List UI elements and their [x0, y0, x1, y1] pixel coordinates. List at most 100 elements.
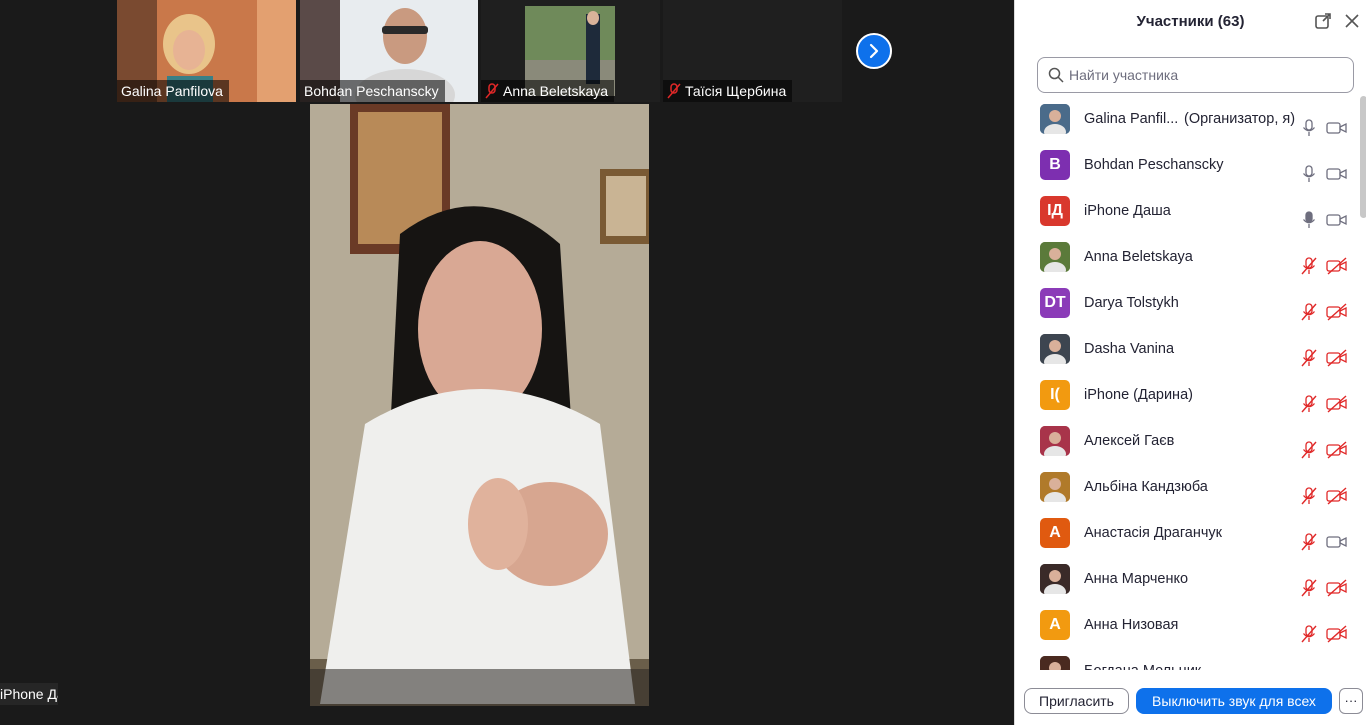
microphone-muted-icon[interactable]	[1300, 533, 1318, 551]
active-speaker-name-tag: iPhone Даша	[0, 683, 58, 705]
participant-name: Богдана Мельник	[1084, 663, 1201, 670]
video-camera-off-icon[interactable]	[1326, 579, 1348, 597]
invite-button[interactable]: Пригласить	[1024, 688, 1129, 714]
participant-search-box[interactable]	[1037, 57, 1354, 93]
participant-search-input[interactable]	[1069, 67, 1339, 83]
video-camera-icon[interactable]	[1326, 211, 1348, 229]
participant-row[interactable]: A Анастасія Драганчук	[1015, 510, 1360, 556]
participant-row[interactable]: Альбіна Кандзюба	[1015, 464, 1360, 510]
video-camera-off-icon[interactable]	[1326, 441, 1348, 459]
participants-panel: Участники (63) Galina Panfil...(Организа…	[1014, 0, 1366, 725]
video-thumbnail-anna[interactable]: Anna Beletskaya	[481, 0, 660, 102]
microphone-muted-icon[interactable]	[1300, 395, 1318, 413]
microphone-muted-icon[interactable]	[1300, 487, 1318, 505]
thumbnail-name-tag: Таїсія Щербина	[663, 80, 793, 102]
video-gallery: Galina Panfilova Bohdan Peschanscky Anna…	[0, 0, 1014, 725]
participant-name: Альбіна Кандзюба	[1084, 479, 1208, 495]
participant-row[interactable]: A Анна Низовая	[1015, 602, 1360, 648]
participant-row[interactable]: IД iPhone Даша	[1015, 188, 1360, 234]
participant-name: Таїсія Щербина	[685, 83, 787, 99]
microphone-muted-icon[interactable]	[1300, 625, 1318, 643]
muted-mic-icon	[667, 83, 681, 99]
thumbnail-name-tag: Bohdan Peschanscky	[300, 80, 445, 102]
participant-row[interactable]: Богдана Мельник	[1015, 648, 1360, 670]
participant-name: Galina Panfilova	[121, 83, 223, 99]
participant-name: Анна Марченко	[1084, 571, 1189, 587]
participant-avatar: A	[1040, 518, 1070, 548]
participant-name: iPhone Даша	[1084, 203, 1171, 219]
participant-name: iPhone (Дарина)	[1084, 387, 1193, 403]
search-icon	[1048, 67, 1064, 83]
more-options-button[interactable]: ···	[1339, 688, 1363, 714]
video-camera-icon[interactable]	[1326, 533, 1348, 551]
participant-name: Алексей Гаєв	[1084, 433, 1175, 449]
thumbnail-name-tag: Galina Panfilova	[117, 80, 229, 102]
participant-role: (Организатор, я)	[1184, 111, 1296, 127]
microphone-icon[interactable]	[1300, 165, 1318, 183]
participant-avatar	[1040, 472, 1070, 502]
video-camera-off-icon[interactable]	[1326, 625, 1348, 643]
video-thumbnail-bohdan[interactable]: Bohdan Peschanscky	[300, 0, 478, 102]
participant-avatar	[1040, 564, 1070, 594]
speaker-video-feed	[310, 104, 649, 706]
participant-avatar: A	[1040, 610, 1070, 640]
microphone-muted-icon[interactable]	[1300, 303, 1318, 321]
participant-list-scrollbar[interactable]	[1360, 96, 1366, 218]
video-camera-off-icon[interactable]	[1326, 257, 1348, 275]
participant-avatar	[1040, 104, 1070, 134]
participant-row[interactable]: Galina Panfil... (Организатор, я)	[1015, 96, 1360, 142]
avatar-photo-icon	[1040, 426, 1070, 456]
participant-row[interactable]: Dasha Vanina	[1015, 326, 1360, 372]
microphone-muted-icon[interactable]	[1300, 257, 1318, 275]
microphone-muted-icon[interactable]	[1300, 579, 1318, 597]
video-camera-off-icon[interactable]	[1326, 349, 1348, 367]
participant-row[interactable]: Алексей Гаєв	[1015, 418, 1360, 464]
participant-name: Анна Низовая	[1084, 617, 1179, 633]
participant-avatar: IД	[1040, 196, 1070, 226]
thumbnail-name-tag: Anna Beletskaya	[481, 80, 615, 102]
pop-out-icon[interactable]	[1314, 12, 1332, 30]
video-camera-icon[interactable]	[1326, 119, 1348, 137]
participant-avatar: I(	[1040, 380, 1070, 410]
participant-avatar	[1040, 334, 1070, 364]
video-thumbnail-galina[interactable]: Galina Panfilova	[117, 0, 296, 102]
speaker-name: iPhone Даша	[0, 686, 58, 702]
mute-all-button[interactable]: Выключить звук для всех	[1136, 688, 1332, 714]
participant-avatar	[1040, 242, 1070, 272]
next-page-button[interactable]	[856, 33, 892, 69]
video-camera-off-icon[interactable]	[1326, 487, 1348, 505]
participant-row[interactable]: DT Darya Tolstykh	[1015, 280, 1360, 326]
microphone-icon[interactable]	[1300, 119, 1318, 137]
avatar-photo-icon	[1040, 656, 1070, 670]
participant-name: Bohdan Peschanscky	[1084, 157, 1224, 173]
microphone-muted-icon[interactable]	[1300, 349, 1318, 367]
video-camera-off-icon[interactable]	[1326, 303, 1348, 321]
microphone-muted-icon[interactable]	[1300, 441, 1318, 459]
participant-avatar: B	[1040, 150, 1070, 180]
active-speaker-video[interactable]	[310, 104, 649, 706]
participant-row[interactable]: B Bohdan Peschanscky	[1015, 142, 1360, 188]
chevron-right-icon	[869, 43, 879, 59]
participant-avatar	[1040, 656, 1070, 670]
panel-footer: Пригласить Выключить звук для всех ···	[1015, 684, 1366, 725]
participant-row[interactable]: Anna Beletskaya	[1015, 234, 1360, 280]
avatar-photo-icon	[1040, 242, 1070, 272]
participant-name: Dasha Vanina	[1084, 341, 1175, 357]
muted-mic-icon	[485, 83, 499, 99]
video-camera-icon[interactable]	[1326, 165, 1348, 183]
avatar-photo-icon	[1040, 564, 1070, 594]
participant-name: Bohdan Peschanscky	[304, 83, 439, 99]
microphone-active-icon[interactable]	[1300, 211, 1318, 229]
avatar-photo-icon	[1040, 472, 1070, 502]
participant-avatar: DT	[1040, 288, 1070, 318]
participant-name: Анастасія Драганчук	[1084, 525, 1223, 541]
avatar-photo-icon	[1040, 104, 1070, 134]
participant-row[interactable]: Анна Марченко	[1015, 556, 1360, 602]
close-icon[interactable]	[1343, 12, 1361, 30]
video-thumbnail-taisia[interactable]: Таїсія Щербина	[663, 0, 842, 102]
avatar-photo-icon	[1040, 334, 1070, 364]
participant-row[interactable]: I( iPhone (Дарина)	[1015, 372, 1360, 418]
video-camera-off-icon[interactable]	[1326, 395, 1348, 413]
participant-list: Galina Panfil... (Организатор, я) B Bohdan …	[1015, 96, 1360, 670]
participant-name: Anna Beletskaya	[503, 83, 609, 99]
